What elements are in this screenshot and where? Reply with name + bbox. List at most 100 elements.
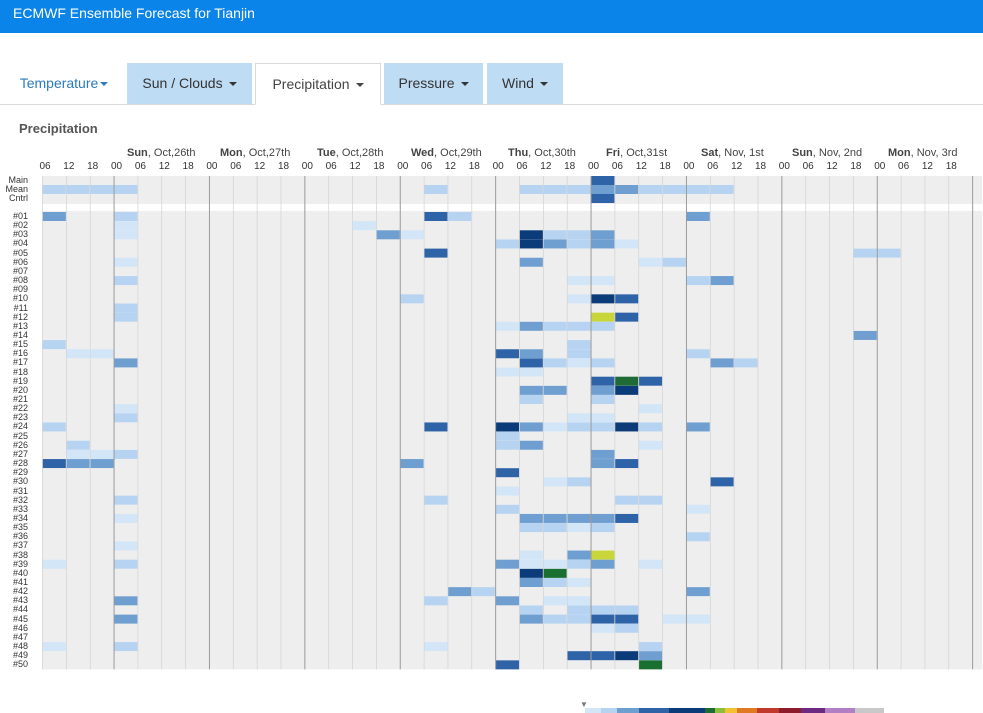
precip-cell — [591, 176, 615, 185]
section-title: Precipitation — [19, 121, 98, 136]
day-date: Nov, 3rd — [916, 147, 958, 159]
precip-cell — [495, 349, 519, 359]
precip-cell — [495, 596, 519, 606]
day-weekday: Wed — [411, 147, 435, 159]
hour-tick-label: 18 — [945, 161, 957, 172]
precip-cell — [519, 513, 543, 523]
legend-swatch — [639, 708, 669, 713]
precip-cell — [614, 385, 639, 395]
precip-cell — [42, 642, 66, 652]
hour-tick-label: 06 — [325, 161, 337, 172]
precip-cell — [114, 413, 138, 423]
precip-cell — [90, 185, 114, 194]
tab-wind[interactable]: Wind — [487, 63, 563, 104]
tab-pressure[interactable]: Pressure — [384, 63, 483, 104]
day-label: Fri, Oct,31st — [606, 147, 668, 159]
precip-cell — [495, 468, 519, 478]
app-title-bar: ECMWF Ensemble Forecast for Tianjin — [0, 0, 983, 33]
precip-cell — [614, 495, 639, 505]
tab-temperature[interactable]: Temperature — [8, 63, 120, 104]
hour-tick-label: 12 — [635, 161, 647, 172]
hour-tick-label: 06 — [802, 161, 814, 172]
precip-cell — [447, 587, 472, 597]
day-weekday: Mon — [888, 147, 911, 159]
hour-tick-label: 12 — [540, 161, 552, 172]
legend-swatch — [779, 708, 801, 713]
precip-cell — [638, 376, 663, 386]
day-weekday: Tue — [317, 147, 336, 159]
precip-cell — [447, 212, 472, 221]
hour-tick-label: 18 — [373, 161, 385, 172]
precip-cell — [114, 541, 138, 551]
precip-cell — [114, 212, 138, 221]
heatmap-row-separator — [42, 204, 983, 211]
member-label: Cntrl — [8, 193, 28, 203]
precip-cell — [90, 349, 114, 359]
precip-cell — [567, 559, 591, 569]
precip-cell — [66, 449, 90, 459]
hour-tick-label: 00 — [683, 161, 695, 172]
precip-cell — [591, 185, 615, 194]
precip-cell — [42, 185, 66, 194]
precip-cell — [591, 449, 615, 459]
precip-cell — [519, 185, 543, 194]
hour-tick-label: 06 — [39, 161, 51, 172]
hour-tick-label: 12 — [731, 161, 743, 172]
precip-cell — [424, 596, 448, 606]
precip-cell — [662, 257, 686, 267]
precip-cell — [853, 330, 877, 340]
precip-cell — [66, 440, 90, 450]
precip-cell — [567, 651, 591, 661]
precip-cell — [90, 449, 114, 459]
precip-cell — [424, 248, 448, 258]
precip-cell — [614, 422, 639, 432]
precip-cell — [114, 185, 138, 194]
precip-cell — [519, 395, 543, 404]
precip-cell — [567, 523, 591, 533]
precip-cell — [591, 422, 615, 432]
precip-cell — [519, 559, 543, 569]
precip-cell — [495, 431, 519, 441]
legend-swatch — [825, 708, 855, 713]
hour-tick-label: 12 — [921, 161, 933, 172]
day-label: Tue, Oct,28th — [317, 147, 384, 159]
tab-precipitation[interactable]: Precipitation — [255, 63, 381, 105]
precip-cell — [591, 614, 615, 624]
legend-swatch — [601, 708, 617, 713]
hour-tick-label: 06 — [134, 161, 146, 172]
precip-cell — [543, 358, 567, 368]
tab-pressure-label: Pressure — [398, 75, 455, 91]
precip-cell — [495, 422, 519, 432]
precip-cell — [519, 440, 543, 450]
precip-cell — [567, 596, 591, 606]
hour-tick-label: 18 — [564, 161, 576, 172]
hour-tick-label: 00 — [301, 161, 313, 172]
precip-cell — [114, 404, 138, 414]
precip-cell — [686, 212, 710, 221]
precip-cell — [662, 614, 686, 624]
precip-cell — [853, 248, 877, 258]
precip-cell — [114, 221, 138, 231]
chevron-down-icon — [460, 82, 469, 87]
precip-cell — [114, 596, 138, 606]
tab-sun-clouds[interactable]: Sun / Clouds — [127, 63, 252, 104]
legend-swatch — [737, 708, 757, 713]
precip-cell — [638, 651, 663, 661]
precip-cell — [567, 294, 591, 304]
precip-cell — [66, 459, 90, 469]
precip-cell — [543, 523, 567, 533]
precip-cell — [567, 230, 591, 240]
day-label: Sun, Oct,26th — [127, 147, 196, 159]
day-label: Mon, Nov, 3rd — [888, 147, 958, 159]
precip-cell — [519, 550, 543, 560]
hour-tick-label: 06 — [230, 161, 242, 172]
legend-swatch — [855, 708, 884, 713]
hour-tick-label: 00 — [397, 161, 409, 172]
day-weekday: Sat — [701, 147, 719, 159]
precip-cell — [638, 185, 663, 194]
precip-cell — [471, 587, 496, 597]
legend-swatch — [801, 708, 825, 713]
hour-tick-label: 06 — [898, 161, 910, 172]
precip-cell — [519, 578, 543, 587]
precip-cell — [42, 459, 66, 469]
